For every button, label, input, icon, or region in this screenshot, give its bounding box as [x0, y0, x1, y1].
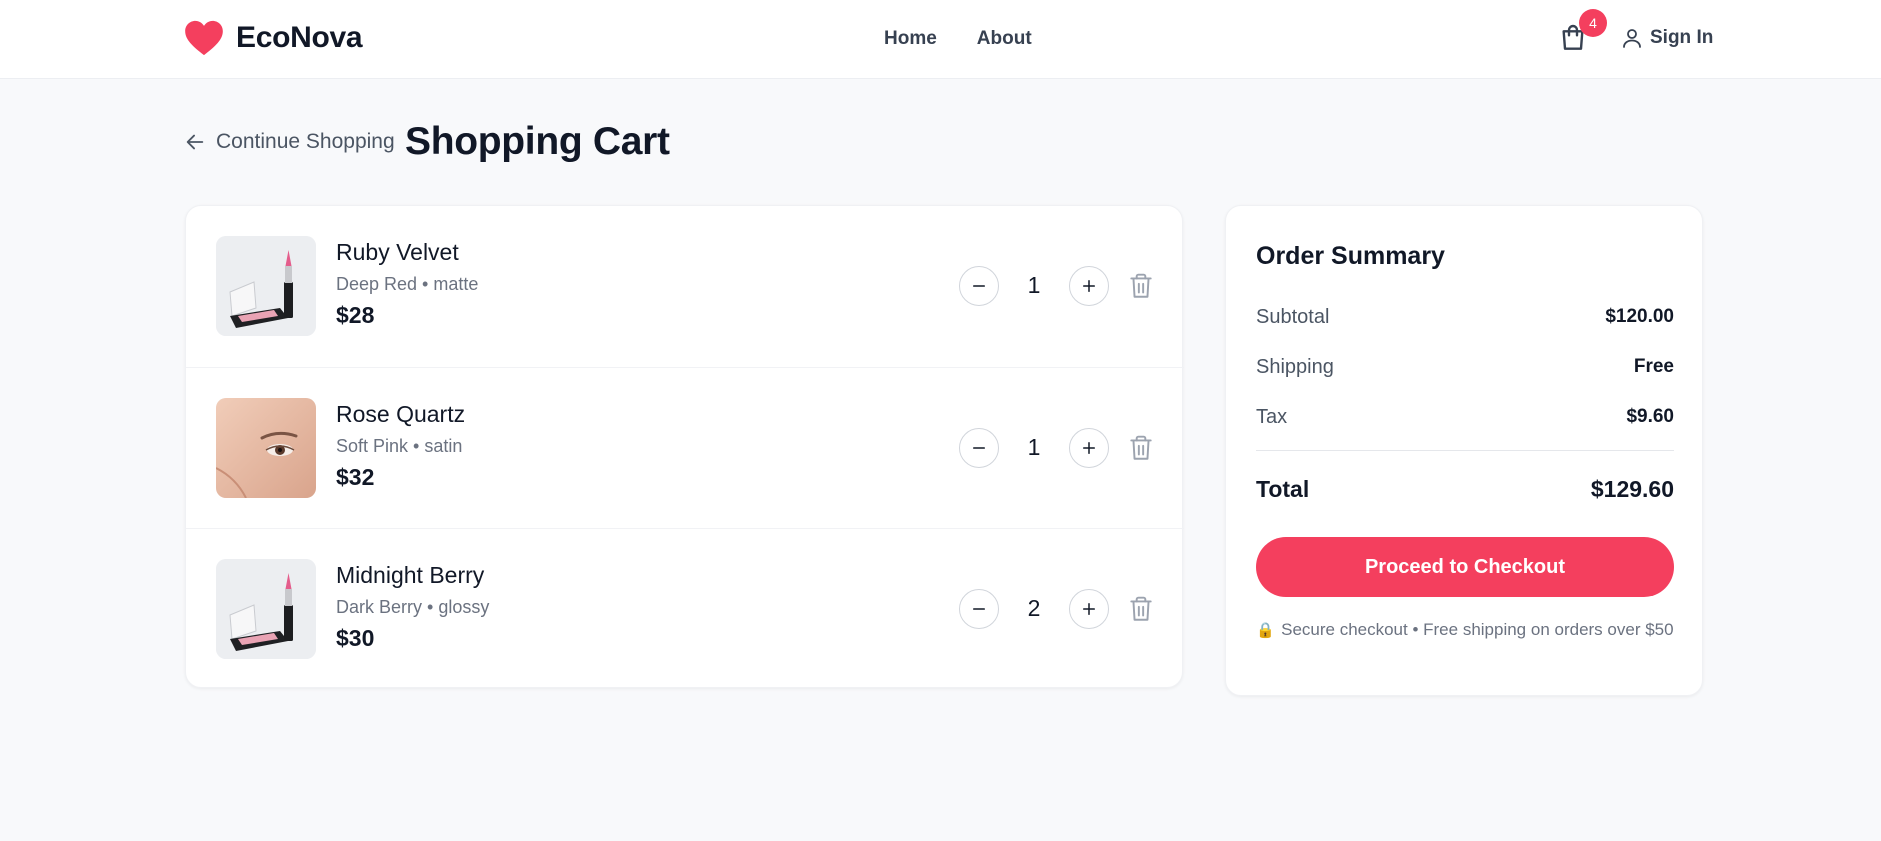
trash-icon: [1130, 596, 1152, 621]
plus-icon: [1083, 280, 1095, 292]
site-header: EcoNova Home About 4 Sign In: [0, 0, 1881, 79]
lock-icon: 🔒: [1256, 622, 1276, 639]
continue-shopping-label: Continue Shopping: [216, 130, 395, 153]
proceed-to-checkout-button[interactable]: Proceed to Checkout: [1256, 537, 1674, 597]
product-image[interactable]: [216, 398, 316, 498]
tax-row: Tax $9.60: [1256, 406, 1674, 436]
subtotal-row: Subtotal $120.00: [1256, 306, 1674, 336]
item-variant: Dark Berry • glossy: [336, 597, 490, 617]
item-price: $32: [336, 464, 375, 490]
item-price: $28: [336, 302, 375, 328]
secure-checkout-note: 🔒 Secure checkout • Free shipping on orde…: [1256, 617, 1674, 643]
decrease-quantity-button[interactable]: [959, 589, 999, 629]
item-name[interactable]: Ruby Velvet: [336, 239, 459, 266]
minus-icon: [973, 285, 985, 287]
item-name[interactable]: Rose Quartz: [336, 401, 465, 428]
subtotal-value: $120.00: [1605, 306, 1674, 327]
cart-count-badge: 4: [1579, 9, 1607, 37]
product-image[interactable]: [216, 559, 316, 659]
face-closeup-photo: [216, 398, 316, 498]
sign-in-link[interactable]: Sign In: [1620, 26, 1713, 50]
increase-quantity-button[interactable]: [1069, 266, 1109, 306]
tax-value: $9.60: [1626, 406, 1674, 427]
decrease-quantity-button[interactable]: [959, 428, 999, 468]
shipping-row: Shipping Free: [1256, 356, 1674, 386]
minus-icon: [973, 447, 985, 449]
item-variant: Soft Pink • satin: [336, 436, 463, 456]
trash-icon: [1130, 435, 1152, 460]
increase-quantity-button[interactable]: [1069, 428, 1109, 468]
sign-in-label: Sign In: [1650, 27, 1714, 48]
order-summary-panel: Order Summary Subtotal $120.00 Shipping …: [1225, 205, 1703, 696]
secure-checkout-text: Secure checkout • Free shipping on order…: [1281, 620, 1674, 639]
page-title: Shopping Cart: [405, 120, 670, 163]
heart-logo-icon: [185, 20, 223, 56]
decrease-quantity-button[interactable]: [959, 266, 999, 306]
brand-logo[interactable]: EcoNova: [184, 20, 363, 56]
total-value: $129.60: [1590, 476, 1674, 502]
increase-quantity-button[interactable]: [1069, 589, 1109, 629]
remove-item-button[interactable]: [1128, 595, 1154, 623]
tax-label: Tax: [1256, 406, 1288, 428]
continue-shopping-link[interactable]: Continue Shopping: [184, 130, 395, 154]
plus-icon: [1083, 603, 1095, 615]
product-image[interactable]: [216, 236, 316, 336]
nav-about[interactable]: About: [977, 28, 1032, 50]
quantity-value: 2: [1027, 595, 1041, 621]
subtotal-label: Subtotal: [1256, 306, 1330, 328]
cart-items-panel: Ruby Velvet Deep Red • matte $28 1 Rose …: [185, 205, 1184, 689]
total-label: Total: [1256, 476, 1310, 502]
user-icon: [1623, 29, 1641, 48]
arrow-left-icon: [186, 134, 204, 150]
shipping-label: Shipping: [1256, 356, 1334, 378]
lipstick-compact-photo: [216, 559, 316, 659]
total-row: Total $129.60: [1256, 476, 1674, 506]
remove-item-button[interactable]: [1128, 272, 1154, 300]
nav-home[interactable]: Home: [884, 28, 937, 50]
summary-divider: [1256, 450, 1674, 451]
lipstick-compact-photo: [216, 236, 316, 336]
plus-icon: [1083, 442, 1095, 454]
quantity-value: 1: [1027, 272, 1041, 298]
item-variant: Deep Red • matte: [336, 274, 479, 294]
trash-icon: [1130, 273, 1152, 298]
brand-name: EcoNova: [236, 21, 363, 54]
item-name[interactable]: Midnight Berry: [336, 562, 484, 589]
remove-item-button[interactable]: [1128, 434, 1154, 462]
cart-item: Midnight Berry Dark Berry • glossy $30 2: [186, 528, 1184, 689]
shipping-value: Free: [1633, 356, 1674, 377]
cart-item: Ruby Velvet Deep Red • matte $28 1: [186, 206, 1184, 367]
main-nav: Home About: [884, 28, 1032, 50]
item-price: $30: [336, 625, 375, 651]
cart-item: Rose Quartz Soft Pink • satin $32 1: [186, 367, 1184, 528]
quantity-value: 1: [1027, 434, 1041, 460]
order-summary-title: Order Summary: [1256, 242, 1445, 270]
minus-icon: [973, 608, 985, 610]
cart-button[interactable]: 4: [1557, 9, 1607, 56]
